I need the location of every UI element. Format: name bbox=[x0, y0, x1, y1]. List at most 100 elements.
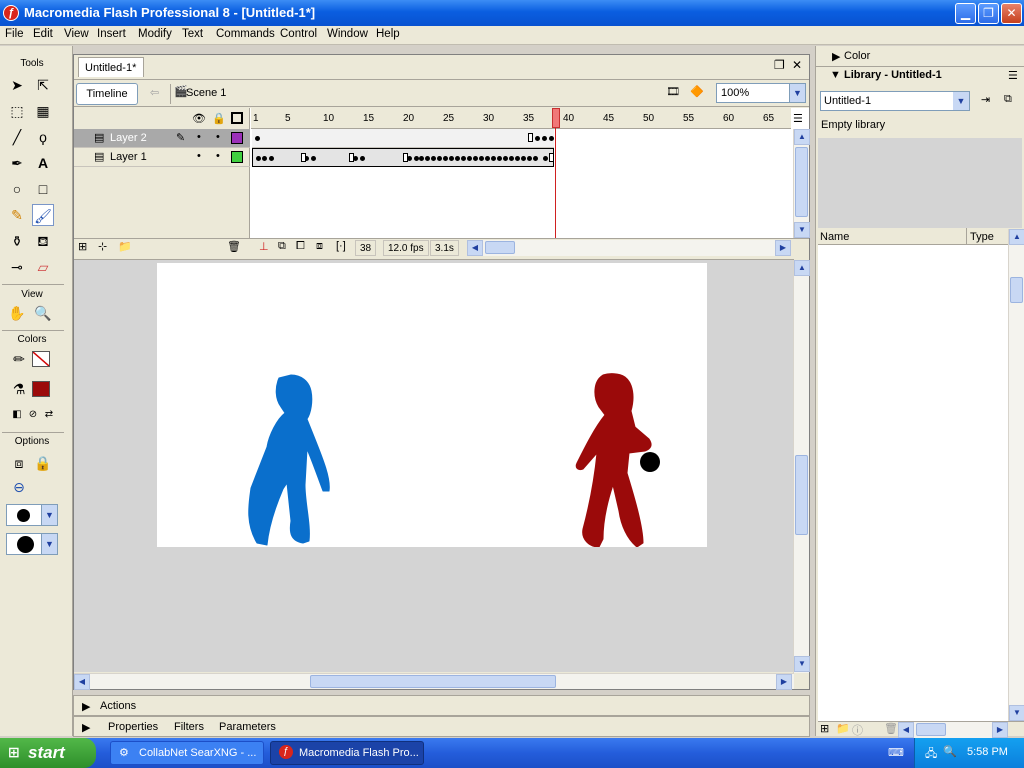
keyframe[interactable] bbox=[256, 156, 261, 161]
flash-app-icon[interactable]: ƒ bbox=[3, 5, 19, 21]
doc-restore-icon[interactable]: ❐ bbox=[774, 58, 785, 72]
stage-canvas[interactable] bbox=[157, 263, 707, 547]
lock-dot-icon[interactable]: • bbox=[216, 131, 220, 143]
keyframe[interactable] bbox=[521, 156, 526, 161]
add-motion-guide-icon[interactable]: ⊹ bbox=[98, 240, 107, 253]
keyframe[interactable] bbox=[527, 156, 532, 161]
close-button[interactable]: ✕ bbox=[1001, 3, 1022, 24]
zoom-tool-icon[interactable]: 🔍 bbox=[32, 302, 54, 324]
eraser-tool-icon[interactable]: ▱ bbox=[32, 256, 54, 278]
black-ball[interactable] bbox=[640, 452, 660, 472]
scroll-left-icon[interactable]: ◀ bbox=[898, 722, 914, 738]
keyframe[interactable] bbox=[497, 156, 502, 161]
actions-panel-bar[interactable]: ▶ Actions bbox=[73, 695, 810, 716]
ink-bottle-tool-icon[interactable]: ⚱ bbox=[6, 230, 28, 252]
keyframe[interactable] bbox=[503, 156, 508, 161]
timeline-button[interactable]: Timeline bbox=[76, 83, 138, 105]
scroll-right-icon[interactable]: ▶ bbox=[776, 674, 792, 690]
timeline-menu-icon[interactable]: ☰ bbox=[793, 112, 803, 125]
scroll-right-icon[interactable]: ▶ bbox=[992, 722, 1008, 738]
fill-color-icon[interactable]: ⚗ bbox=[8, 378, 30, 400]
library-vscroll[interactable]: ▲ ▼ bbox=[1008, 229, 1024, 721]
minimize-button[interactable]: ▁ bbox=[955, 3, 976, 24]
scroll-down-icon[interactable]: ▼ bbox=[1009, 705, 1024, 721]
frames-layer-2[interactable] bbox=[252, 129, 554, 148]
scroll-thumb[interactable] bbox=[1010, 277, 1023, 303]
lock-icon[interactable]: 🔒 bbox=[212, 112, 226, 125]
actions-label[interactable]: Actions bbox=[100, 700, 136, 712]
new-symbol-icon[interactable]: ⊞ bbox=[820, 722, 829, 735]
scroll-thumb[interactable] bbox=[485, 241, 515, 254]
layer-row-1[interactable]: ▤ Layer 1 • • bbox=[74, 148, 250, 167]
back-arrow-icon[interactable]: ⇦ bbox=[150, 86, 159, 99]
keyframe[interactable] bbox=[443, 156, 448, 161]
library-select[interactable]: Untitled-1 ▼ bbox=[820, 91, 970, 111]
blue-stick-figure[interactable] bbox=[248, 374, 330, 546]
document-tab[interactable]: Untitled-1* bbox=[78, 57, 144, 77]
scene-label[interactable]: Scene 1 bbox=[186, 87, 226, 99]
fill-swatch[interactable] bbox=[32, 381, 50, 397]
keyframe[interactable] bbox=[419, 156, 424, 161]
keyframe[interactable] bbox=[311, 156, 316, 161]
selection-tool-icon[interactable]: ➤ bbox=[6, 74, 28, 96]
chevron-down-icon[interactable]: ▼ bbox=[953, 92, 969, 110]
color-panel-header[interactable]: Color bbox=[844, 50, 870, 62]
pen-tool-icon[interactable]: ✒ bbox=[6, 152, 28, 174]
scroll-left-icon[interactable]: ◀ bbox=[467, 240, 483, 256]
edit-multiple-frames-icon[interactable]: ⧈ bbox=[316, 240, 323, 253]
menu-control[interactable]: Control bbox=[280, 28, 317, 40]
tab-properties[interactable]: Properties bbox=[108, 721, 158, 733]
panel-menu-icon[interactable]: ☰ bbox=[1008, 69, 1018, 82]
keyframe[interactable] bbox=[543, 156, 548, 161]
library-panel-arrow-icon[interactable]: ▼ bbox=[830, 69, 841, 81]
keyframe-blank[interactable] bbox=[349, 153, 354, 162]
column-name[interactable]: Name bbox=[820, 231, 849, 243]
keyframe[interactable] bbox=[485, 156, 490, 161]
timeline-vscroll[interactable]: ▲ ▼ bbox=[793, 129, 810, 238]
layer-name[interactable]: Layer 1 bbox=[110, 151, 147, 163]
keyframe[interactable] bbox=[473, 156, 478, 161]
lock-dot-icon[interactable]: • bbox=[216, 150, 220, 162]
start-button[interactable]: ⊞ start bbox=[0, 738, 96, 768]
keyframe[interactable] bbox=[425, 156, 430, 161]
library-hscroll[interactable]: ◀ ▶ bbox=[898, 722, 1008, 738]
menu-file[interactable]: File bbox=[5, 28, 24, 40]
menu-window[interactable]: Window bbox=[327, 28, 368, 40]
menu-edit[interactable]: Edit bbox=[33, 28, 53, 40]
keyframe[interactable] bbox=[360, 156, 365, 161]
rectangle-tool-icon[interactable]: □ bbox=[32, 178, 54, 200]
scroll-thumb[interactable] bbox=[795, 455, 808, 535]
keyframe[interactable] bbox=[262, 156, 267, 161]
pin-library-icon[interactable]: ⇥ bbox=[981, 93, 990, 106]
scroll-thumb[interactable] bbox=[916, 723, 946, 736]
delete-icon[interactable]: 🗑 bbox=[884, 722, 898, 735]
scroll-up-icon[interactable]: ▲ bbox=[794, 129, 810, 145]
keyframe[interactable] bbox=[455, 156, 460, 161]
keyframe-blank[interactable] bbox=[403, 153, 408, 162]
line-tool-icon[interactable]: ╱ bbox=[6, 126, 28, 148]
keyframe-blank[interactable] bbox=[549, 153, 554, 162]
keyframe[interactable] bbox=[533, 156, 538, 161]
visible-dot-icon[interactable]: • bbox=[197, 131, 201, 143]
lock-fill-icon[interactable]: 🔒 bbox=[32, 452, 54, 474]
free-transform-tool-icon[interactable]: ⬚ bbox=[6, 100, 28, 122]
library-panel-header[interactable]: Library - Untitled-1 bbox=[844, 69, 942, 81]
oval-tool-icon[interactable]: ○ bbox=[6, 178, 28, 200]
edit-symbols-icon[interactable]: 🔶 bbox=[690, 85, 704, 98]
eyedropper-tool-icon[interactable]: ⊸ bbox=[6, 256, 28, 278]
network-icon[interactable]: 🖧 bbox=[925, 745, 937, 764]
brush-tool-icon[interactable]: 🖌 bbox=[32, 204, 54, 226]
add-layer-icon[interactable]: ⊞ bbox=[78, 240, 87, 253]
onion-skin-icon[interactable]: ⧉ bbox=[278, 240, 286, 253]
menu-modify[interactable]: Modify bbox=[138, 28, 172, 40]
fill-transform-tool-icon[interactable]: ▦ bbox=[32, 100, 54, 122]
brush-mode-icon[interactable]: ⊖ bbox=[8, 476, 30, 498]
keyframe[interactable] bbox=[491, 156, 496, 161]
keyframe[interactable] bbox=[542, 136, 547, 141]
stroke-color-icon[interactable]: ✏ bbox=[8, 348, 30, 370]
delete-layer-icon[interactable]: 🗑 bbox=[227, 240, 241, 253]
keyframe[interactable] bbox=[509, 156, 514, 161]
red-stick-figure[interactable] bbox=[575, 373, 652, 547]
menu-help[interactable]: Help bbox=[376, 28, 400, 40]
menu-commands[interactable]: Commands bbox=[216, 28, 275, 40]
